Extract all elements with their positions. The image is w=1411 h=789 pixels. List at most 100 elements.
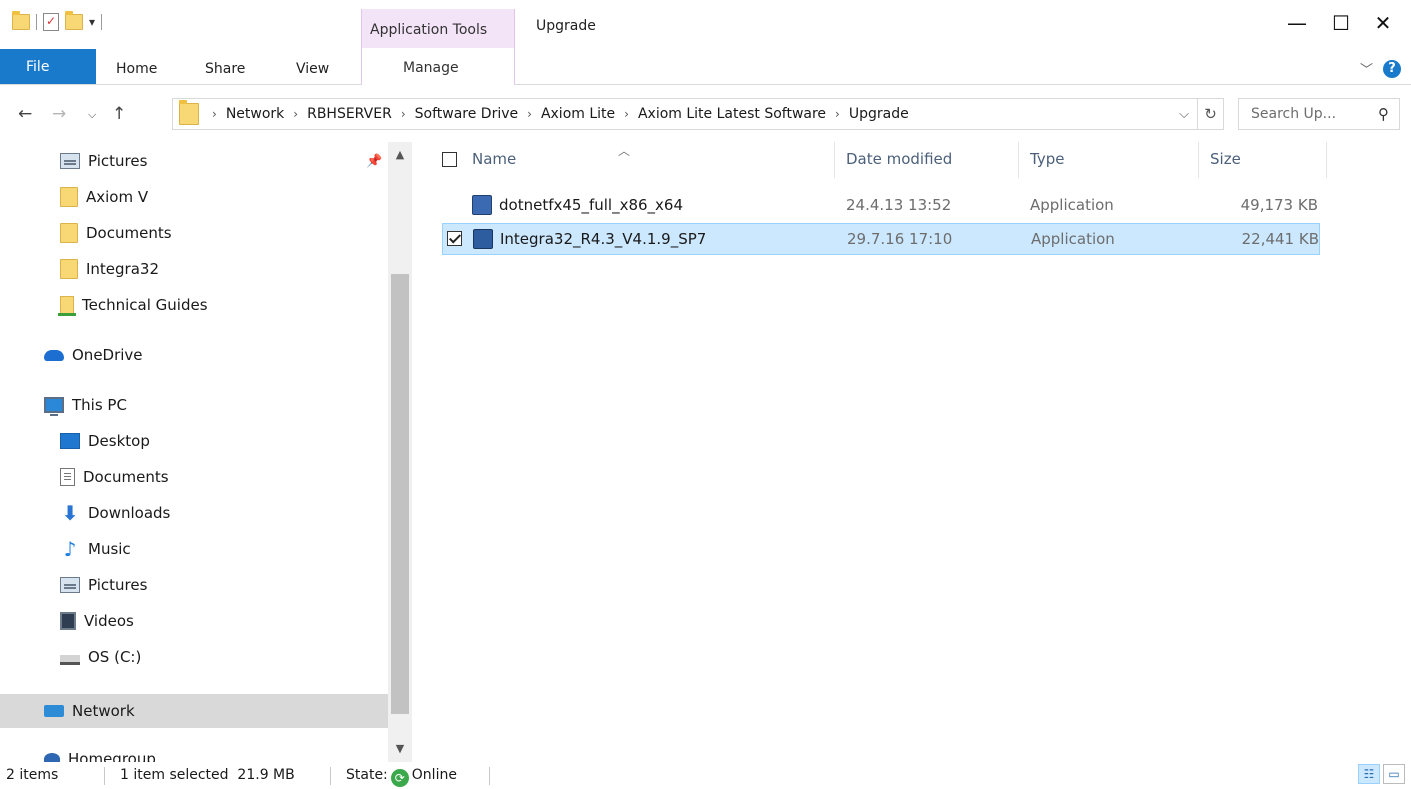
forward-arrow-icon[interactable]: → (52, 104, 66, 124)
nav-item-label: Videos (84, 612, 134, 630)
nav-item[interactable]: Homegroup (0, 742, 388, 762)
status-state-label: State: (346, 767, 388, 783)
column-header: Name ︿ Date modified Type Size (412, 142, 1411, 178)
status-separator (330, 767, 331, 785)
context-tab-label: Application Tools (370, 22, 488, 38)
scroll-down-icon[interactable]: ▼ (388, 736, 412, 762)
address-controls: ⌵ ↻ (1171, 99, 1223, 129)
address-dropdown-icon[interactable]: ⌵ (1171, 107, 1197, 122)
nav-item[interactable]: Technical Guides (0, 288, 388, 322)
nav-item[interactable]: OneDrive (0, 338, 388, 372)
nav-item[interactable]: Pictures (0, 144, 388, 178)
nav-item[interactable]: ♪ Music (0, 532, 388, 566)
file-row[interactable]: dotnetfx45_full_x86_x64 24.4.13 13:52 Appl… (442, 190, 1320, 222)
tab-file[interactable]: File (0, 49, 96, 84)
navigation-pane-scrollbar[interactable]: ▲ ▼ (388, 142, 412, 762)
breadcrumb-item[interactable]: Upgrade (849, 106, 909, 122)
column-date-modified[interactable]: Date modified (846, 150, 952, 168)
nav-item-label: Technical Guides (82, 296, 208, 314)
qat-customize-icon[interactable]: ▾ (89, 15, 95, 29)
properties-icon[interactable]: ✓ (43, 13, 59, 31)
status-state-value: Online (411, 767, 457, 783)
breadcrumb-item[interactable]: RBHSERVER (307, 106, 392, 122)
expand-ribbon-icon[interactable]: ﹀ (1360, 59, 1373, 78)
minimize-button[interactable]: — (1274, 0, 1320, 46)
column-separator[interactable] (834, 142, 835, 178)
breadcrumb-separator-icon[interactable]: › (527, 107, 532, 121)
row-checkbox[interactable] (447, 231, 462, 246)
refresh-icon[interactable]: ↻ (1197, 99, 1223, 129)
column-size[interactable]: Size (1210, 150, 1241, 168)
nav-item[interactable]: Network (0, 694, 388, 728)
breadcrumb-item[interactable]: Axiom Lite (541, 106, 615, 122)
breadcrumb-item[interactable]: Axiom Lite Latest Software (638, 106, 826, 122)
nav-item-label: Music (88, 540, 131, 558)
ribbon-right-controls: ﹀ ? (1360, 59, 1401, 78)
file-date-modified: 24.4.13 13:52 (846, 196, 952, 214)
breadcrumb-separator-icon[interactable]: › (835, 107, 840, 121)
recent-locations-icon[interactable]: ⌵ (88, 108, 96, 122)
status-separator (489, 767, 490, 785)
folder-icon (60, 223, 78, 243)
network-icon (44, 705, 64, 717)
folder-icon[interactable] (12, 11, 30, 30)
select-all-checkbox[interactable] (442, 152, 457, 167)
help-icon[interactable]: ? (1383, 59, 1401, 78)
address-bar[interactable]: › Network › RBHSERVER › Software Drive › Axiom … (172, 98, 1224, 130)
status-state: State: ⟳ Online (346, 767, 457, 787)
maximize-button[interactable]: ☐ (1318, 0, 1364, 46)
navigation-pane: 📌 Pictures Axiom V Documents Integra32 Techn… (0, 142, 412, 762)
details-view-icon[interactable]: ☷ (1358, 764, 1380, 784)
nav-item-label: Desktop (88, 432, 150, 450)
nav-item[interactable]: This PC (0, 388, 388, 422)
shared-folder-icon (58, 296, 76, 316)
application-icon (472, 195, 492, 215)
breadcrumb-separator-icon[interactable]: › (293, 107, 298, 121)
nav-item[interactable]: Videos (0, 604, 388, 638)
scrollbar-thumb[interactable] (391, 274, 409, 714)
tab-manage[interactable]: Manage (361, 48, 515, 85)
nav-item[interactable]: Desktop (0, 424, 388, 458)
new-folder-icon[interactable] (65, 11, 83, 30)
search-box[interactable]: Search Up... ⚲ (1238, 98, 1400, 130)
breadcrumb-item[interactable]: Software Drive (415, 106, 519, 122)
scroll-up-icon[interactable]: ▲ (388, 142, 412, 168)
column-separator[interactable] (1326, 142, 1327, 178)
back-arrow-icon[interactable]: ← (18, 104, 32, 124)
nav-item[interactable]: Integra32 (0, 252, 388, 286)
column-separator[interactable] (1198, 142, 1199, 178)
breadcrumb-separator-icon[interactable]: › (624, 107, 629, 121)
search-icon[interactable]: ⚲ (1378, 105, 1389, 123)
nav-item[interactable]: Documents (0, 460, 388, 494)
column-type[interactable]: Type (1030, 150, 1064, 168)
file-type: Application (1030, 196, 1114, 214)
tab-home[interactable]: Home (116, 61, 157, 77)
status-bar: 2 items 1 item selected 21.9 MB State: ⟳ O… (0, 762, 1411, 789)
nav-item[interactable]: OS (C:) (0, 640, 388, 674)
tab-share[interactable]: Share (205, 61, 245, 77)
large-icons-view-icon[interactable]: ▭ (1383, 764, 1405, 784)
breadcrumb-item[interactable]: Network (226, 106, 284, 122)
drive-icon (60, 655, 80, 665)
videos-icon (60, 612, 76, 630)
breadcrumb-separator-icon[interactable]: › (212, 107, 217, 121)
file-name: Integra32_R4.3_V4.1.9_SP7 (500, 230, 707, 248)
nav-item-label: This PC (72, 396, 127, 414)
up-arrow-icon[interactable]: ↑ (112, 104, 126, 124)
column-name[interactable]: Name (472, 150, 516, 168)
nav-item[interactable]: Axiom V (0, 180, 388, 214)
nav-item[interactable]: Pictures (0, 568, 388, 602)
file-row[interactable]: Integra32_R4.3_V4.1.9_SP7 29.7.16 17:10 Ap… (442, 223, 1320, 255)
close-button[interactable]: ✕ (1360, 0, 1406, 46)
desktop-icon (60, 433, 80, 449)
documents-icon (60, 468, 75, 486)
column-separator[interactable] (1018, 142, 1019, 178)
quick-access-toolbar: ✓ ▾ (12, 11, 103, 31)
file-name: dotnetfx45_full_x86_x64 (499, 196, 683, 214)
nav-item[interactable]: Documents (0, 216, 388, 250)
nav-item-label: Integra32 (86, 260, 160, 278)
nav-item[interactable]: ⬇ Downloads (0, 496, 388, 530)
breadcrumb-separator-icon[interactable]: › (401, 107, 406, 121)
tab-view[interactable]: View (296, 61, 329, 77)
file-date-modified: 29.7.16 17:10 (847, 230, 953, 248)
